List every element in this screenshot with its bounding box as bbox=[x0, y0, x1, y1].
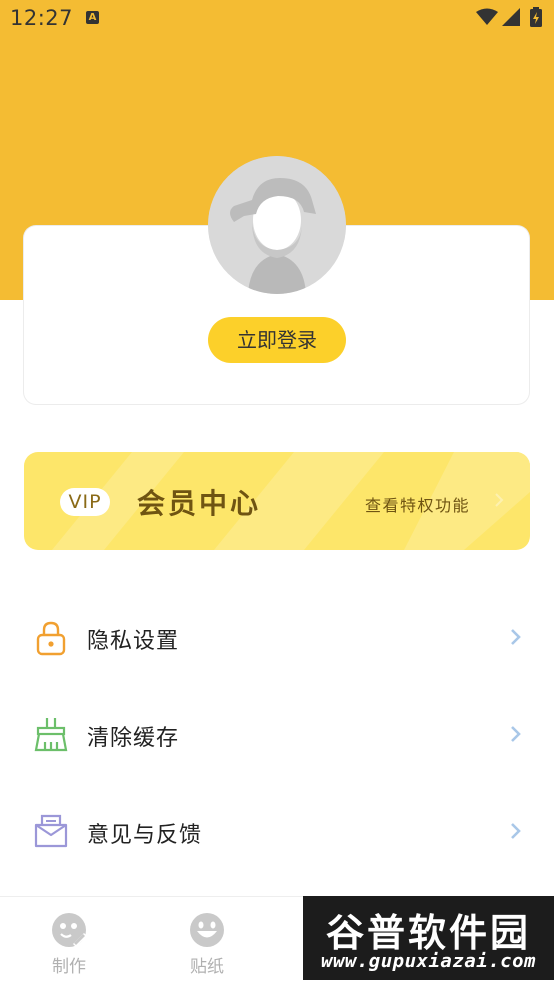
tab-make[interactable]: 制作 bbox=[14, 897, 124, 985]
signal-icon bbox=[502, 8, 520, 26]
default-avatar-icon bbox=[208, 156, 346, 294]
vip-badge: VIP bbox=[60, 488, 110, 516]
notification-a-icon: A bbox=[86, 11, 99, 24]
watermark-title: 谷普软件园 bbox=[325, 911, 531, 955]
menu-label-privacy: 隐私设置 bbox=[87, 629, 180, 654]
vip-title: 会员中心 bbox=[137, 487, 262, 520]
menu-label-feedback: 意见与反馈 bbox=[87, 823, 203, 848]
tab-label-stickers: 贴纸 bbox=[190, 957, 224, 977]
chevron-right-icon bbox=[511, 823, 521, 839]
menu-label-clear-cache: 清除缓存 bbox=[87, 726, 180, 751]
wifi-icon bbox=[476, 8, 498, 25]
tab-label-make: 制作 bbox=[52, 957, 86, 977]
chevron-right-icon bbox=[511, 629, 521, 645]
lock-icon bbox=[36, 621, 66, 656]
avatar[interactable] bbox=[208, 156, 346, 294]
vip-center-card[interactable]: VIP 会员中心 查看特权功能 bbox=[24, 452, 530, 550]
broom-icon bbox=[34, 718, 68, 752]
tab-stickers[interactable]: 贴纸 bbox=[152, 897, 262, 985]
face-pen-icon bbox=[52, 913, 87, 947]
menu-item-privacy[interactable]: 隐私设置 bbox=[0, 589, 554, 686]
smiley-icon bbox=[190, 913, 224, 947]
login-button[interactable]: 立即登录 bbox=[208, 317, 346, 363]
status-time: 12:27 bbox=[10, 6, 74, 30]
status-bar: 12:27 A bbox=[0, 0, 554, 38]
watermark-url: www.gupuxiazai.com bbox=[321, 950, 536, 972]
menu-item-feedback[interactable]: 意见与反馈 bbox=[0, 783, 554, 880]
vip-privileges-link[interactable]: 查看特权功能 bbox=[365, 492, 470, 516]
watermark-logo: 谷普软件园 www.gupuxiazai.com bbox=[303, 896, 554, 980]
battery-icon bbox=[530, 7, 542, 27]
chevron-right-icon bbox=[511, 726, 521, 742]
menu-item-clear-cache[interactable]: 清除缓存 bbox=[0, 686, 554, 783]
chevron-right-icon bbox=[495, 493, 504, 507]
envelope-icon bbox=[34, 814, 68, 848]
